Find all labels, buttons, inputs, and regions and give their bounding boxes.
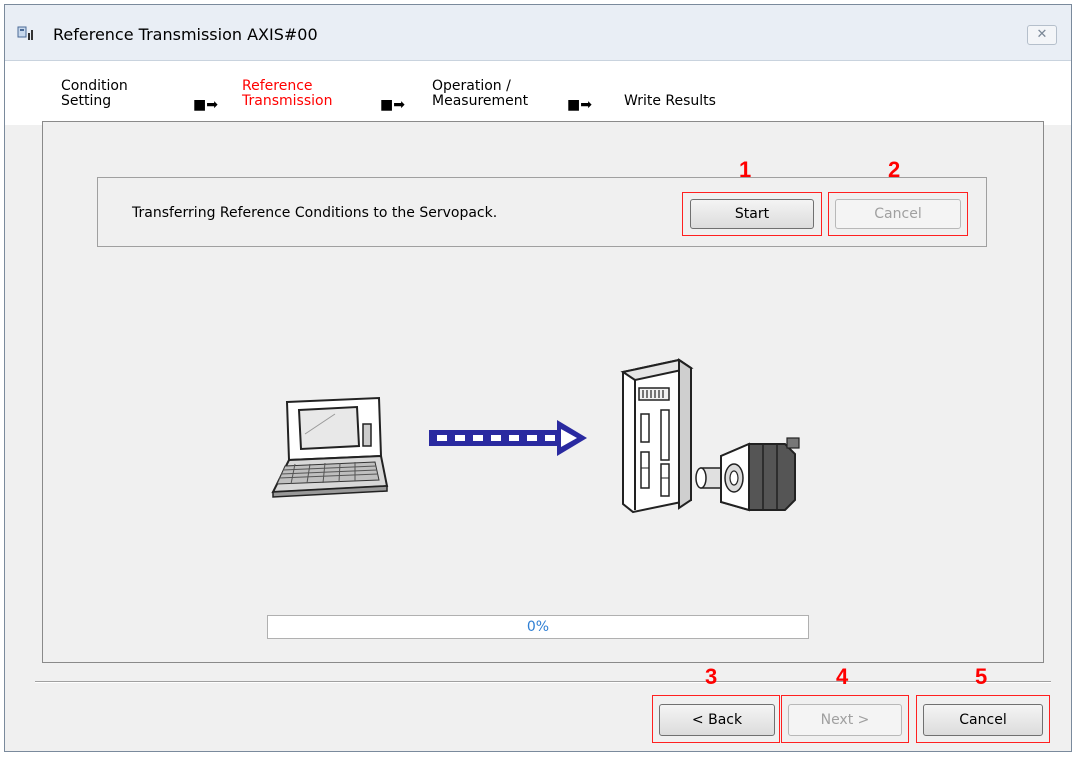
transfer-box: Transferring Reference Conditions to the… (97, 157, 987, 247)
main-panel: Transferring Reference Conditions to the… (42, 121, 1044, 663)
footer-separator (35, 681, 1051, 683)
title-bar: Reference Transmission AXIS#00 ✕ (5, 5, 1071, 61)
step-condition-setting: Condition Setting (61, 78, 128, 109)
step-arrow-icon: ■➡ (380, 97, 405, 113)
laptop-icon (271, 396, 389, 498)
back-button[interactable]: < Back (659, 704, 775, 736)
window-title: Reference Transmission AXIS#00 (53, 25, 318, 44)
app-icon (17, 26, 33, 40)
wizard-steps: Condition Setting ■➡ Reference Transmiss… (5, 61, 1071, 125)
callout-1: 1 (739, 157, 752, 182)
close-icon: ✕ (1036, 27, 1048, 42)
transfer-arrow-icon (429, 420, 587, 456)
step-write-results: Write Results (624, 93, 716, 109)
step-operation-measurement: Operation / Measurement (432, 78, 529, 109)
servopack-motor-icon (620, 358, 800, 514)
step-arrow-icon: ■➡ (567, 97, 592, 113)
progress-percent: 0% (526, 619, 550, 635)
callout-4: 4 (836, 664, 849, 689)
step-arrow-icon: ■➡ (193, 97, 218, 113)
callout-2: 2 (888, 157, 901, 182)
cancel-transfer-button[interactable]: Cancel (835, 199, 961, 229)
callout-5: 5 (975, 664, 988, 689)
step-reference-transmission: Reference Transmission (242, 78, 333, 109)
progress-bar: 0% (267, 615, 809, 639)
callout-3: 3 (705, 664, 718, 689)
dialog-window: Reference Transmission AXIS#00 ✕ Conditi… (4, 4, 1072, 752)
cancel-button[interactable]: Cancel (923, 704, 1043, 736)
next-button[interactable]: Next > (788, 704, 902, 736)
transfer-message: Transferring Reference Conditions to the… (132, 205, 498, 221)
close-button[interactable]: ✕ (1027, 25, 1057, 45)
start-button[interactable]: Start (690, 199, 814, 229)
